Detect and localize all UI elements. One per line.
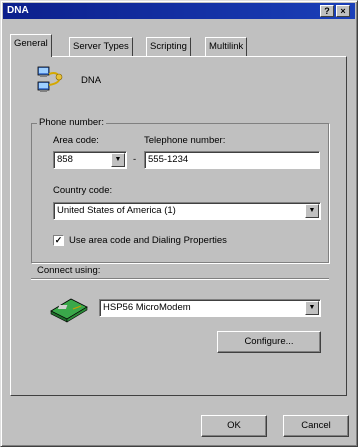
telephone-number-label: Telephone number: bbox=[144, 135, 226, 146]
chevron-down-icon[interactable]: ▼ bbox=[305, 301, 319, 315]
country-code-value: United States of America (1) bbox=[57, 205, 176, 216]
tab-panel-general: DNA Phone number: Area code: 858 ▼ - Tel… bbox=[10, 56, 347, 396]
connection-name: DNA bbox=[81, 75, 102, 86]
area-code-separator: - bbox=[133, 154, 137, 165]
configure-button[interactable]: Configure... bbox=[217, 331, 321, 353]
chevron-down-icon[interactable]: ▼ bbox=[305, 204, 319, 218]
country-code-label: Country code: bbox=[53, 185, 113, 196]
tab-scripting[interactable]: Scripting bbox=[146, 37, 191, 56]
close-button[interactable]: × bbox=[336, 5, 350, 17]
tab-server-types[interactable]: Server Types bbox=[69, 37, 133, 56]
modem-icon bbox=[49, 295, 89, 323]
modem-value: HSP56 MicroModem bbox=[103, 302, 191, 313]
connect-using-label: Connect using: bbox=[37, 265, 101, 276]
chevron-down-icon[interactable]: ▼ bbox=[111, 153, 125, 167]
cancel-button[interactable]: Cancel bbox=[283, 415, 349, 437]
network-connection-icon bbox=[37, 65, 65, 95]
divider bbox=[31, 278, 329, 279]
use-area-code-checkbox[interactable]: ✓ bbox=[53, 235, 64, 246]
help-button[interactable]: ? bbox=[320, 5, 334, 17]
dialog-window: DNA ? × General Server Types Scripting M… bbox=[0, 0, 358, 447]
country-code-dropdown[interactable]: United States of America (1) ▼ bbox=[53, 202, 321, 220]
modem-dropdown[interactable]: HSP56 MicroModem ▼ bbox=[99, 299, 321, 317]
use-area-code-label[interactable]: Use area code and Dialing Properties bbox=[69, 235, 227, 246]
area-code-value: 858 bbox=[57, 154, 73, 165]
tab-general[interactable]: General bbox=[10, 34, 52, 57]
area-code-label: Area code: bbox=[53, 135, 99, 146]
area-code-dropdown[interactable]: 858 ▼ bbox=[53, 151, 127, 169]
telephone-number-field[interactable]: 555-1234 bbox=[144, 151, 320, 169]
ok-button[interactable]: OK bbox=[201, 415, 267, 437]
tab-multilink[interactable]: Multilink bbox=[205, 37, 248, 56]
window-title: DNA bbox=[7, 5, 29, 16]
title-bar: DNA ? × bbox=[3, 3, 355, 19]
phone-number-group-label: Phone number: bbox=[37, 117, 106, 128]
